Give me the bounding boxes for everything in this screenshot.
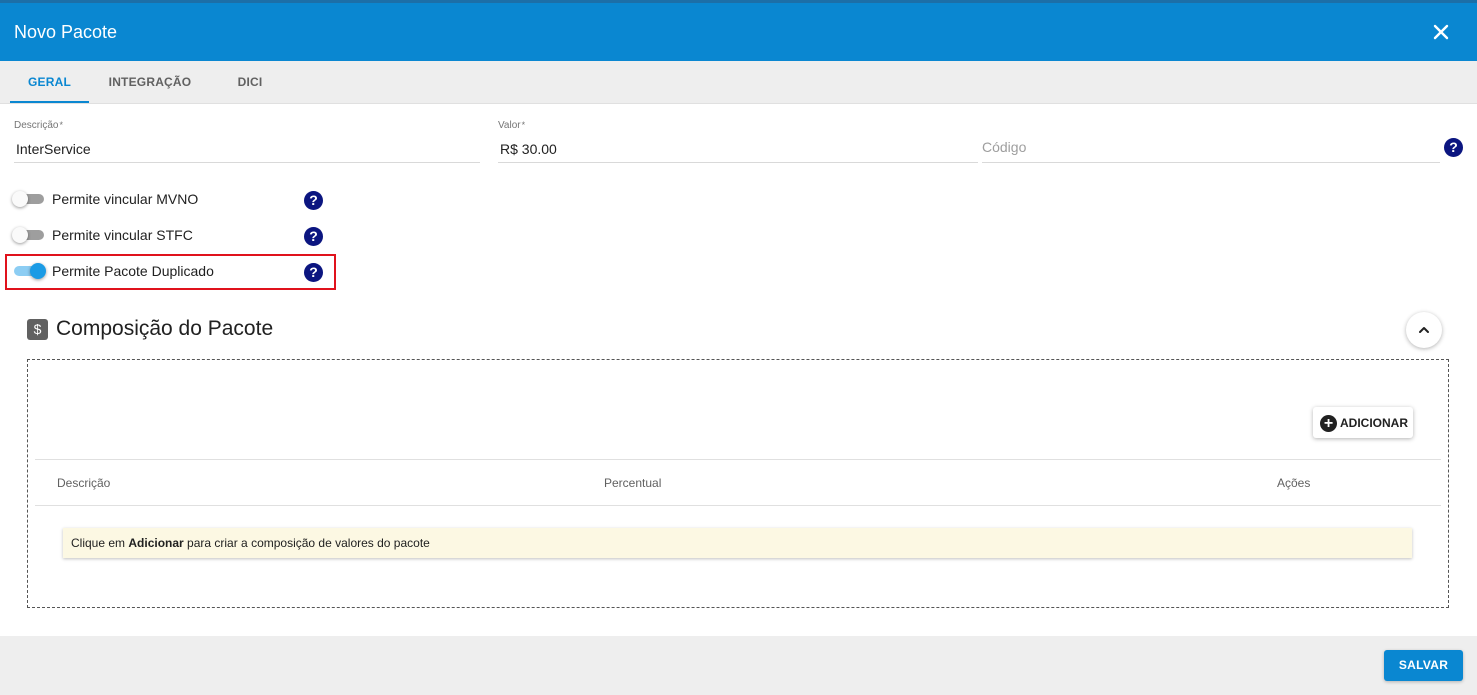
save-button[interactable]: SALVAR bbox=[1384, 650, 1463, 681]
toggle-stfc-switch[interactable] bbox=[12, 227, 46, 243]
stfc-help-icon[interactable]: ? bbox=[304, 227, 323, 246]
column-header-acoes: Ações bbox=[1277, 476, 1311, 490]
descricao-field[interactable]: Descrição* InterService bbox=[14, 118, 480, 163]
table-divider-bottom bbox=[35, 505, 1441, 506]
highlight-box bbox=[5, 254, 336, 290]
tab-integracao[interactable]: INTEGRAÇÃO bbox=[100, 61, 200, 103]
empty-message: Clique em Adicionar para criar a composi… bbox=[63, 528, 1412, 558]
dialog-title: Novo Pacote bbox=[14, 22, 118, 42]
descricao-value[interactable]: InterService bbox=[16, 141, 91, 157]
close-icon[interactable] bbox=[1431, 22, 1451, 42]
mvno-help-icon[interactable]: ? bbox=[304, 191, 323, 210]
tab-geral[interactable]: GERAL bbox=[10, 61, 89, 103]
valor-value[interactable]: R$ 30.00 bbox=[500, 141, 557, 157]
adicionar-button[interactable]: + ADICIONAR bbox=[1313, 407, 1413, 438]
collapse-button[interactable] bbox=[1406, 312, 1442, 348]
toggle-stfc-label: Permite vincular STFC bbox=[52, 227, 193, 243]
tab-bar: GERAL INTEGRAÇÃO DICI bbox=[0, 61, 1477, 104]
codigo-input[interactable] bbox=[982, 139, 1440, 155]
composicao-container bbox=[27, 359, 1449, 608]
chevron-up-icon bbox=[1419, 327, 1429, 333]
dollar-icon: $ bbox=[27, 319, 48, 340]
toggle-mvno-label: Permite vincular MVNO bbox=[52, 191, 199, 207]
toggle-mvno-switch[interactable] bbox=[12, 191, 46, 207]
table-divider-top bbox=[35, 459, 1441, 460]
dialog-footer bbox=[0, 636, 1477, 695]
codigo-field[interactable] bbox=[982, 118, 1440, 163]
composicao-title: Composição do Pacote bbox=[56, 317, 274, 340]
valor-field[interactable]: Valor* R$ 30.00 bbox=[498, 118, 978, 163]
toggle-row-mvno: Permite vincular MVNO bbox=[12, 187, 332, 211]
descricao-label: Descrição* bbox=[14, 120, 63, 131]
toggle-row-stfc: Permite vincular STFC bbox=[12, 223, 332, 247]
codigo-help-icon[interactable]: ? bbox=[1444, 138, 1463, 157]
dialog-header: Novo Pacote bbox=[0, 0, 1477, 61]
tab-dici[interactable]: DICI bbox=[222, 61, 278, 103]
new-package-dialog: Novo Pacote GERAL INTEGRAÇÃO DICI Descri… bbox=[0, 0, 1477, 695]
column-header-descricao: Descrição bbox=[57, 476, 111, 490]
valor-label: Valor* bbox=[498, 120, 526, 131]
plus-circle-icon: + bbox=[1320, 415, 1337, 432]
column-header-percentual: Percentual bbox=[604, 476, 662, 490]
adicionar-label: ADICIONAR bbox=[1340, 416, 1408, 430]
